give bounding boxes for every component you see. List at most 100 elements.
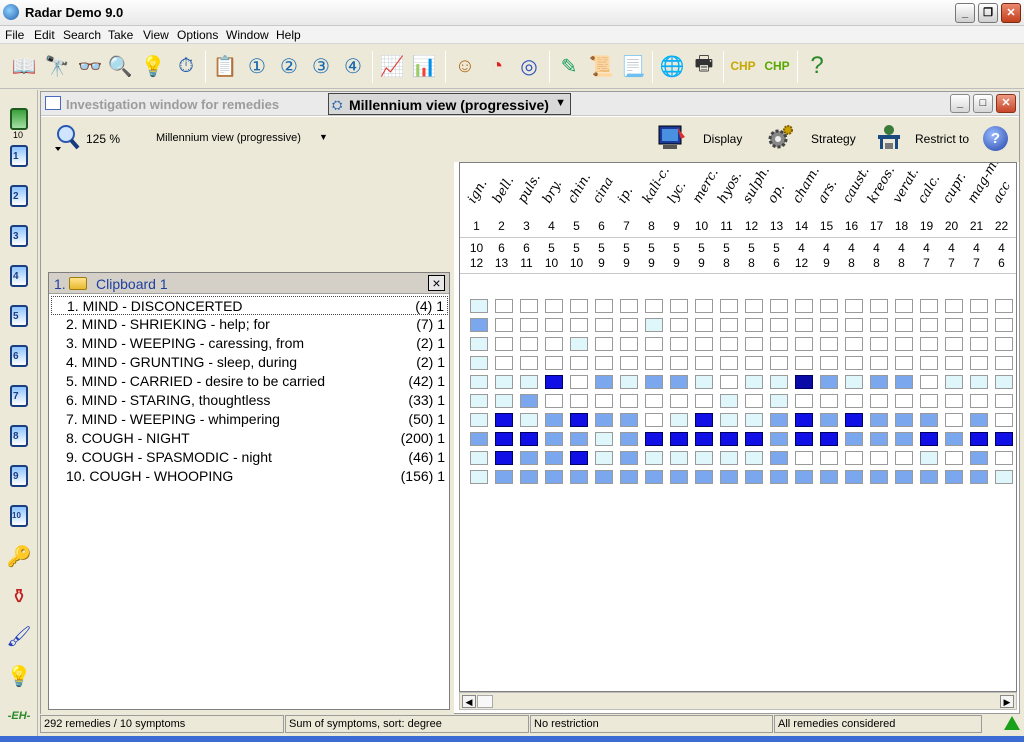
grade-cell[interactable]: [520, 356, 538, 370]
remedy-name[interactable]: ars.: [815, 177, 840, 206]
grade-cell[interactable]: [720, 375, 738, 389]
clipboard-2-icon[interactable]: ②: [275, 52, 303, 80]
clipboard-10-button[interactable]: 10: [6, 503, 32, 529]
grade-cell[interactable]: [595, 413, 613, 427]
grade-cell[interactable]: [820, 356, 838, 370]
grade-cell[interactable]: [495, 394, 513, 408]
grade-cell[interactable]: [995, 318, 1013, 332]
chip-icon[interactable]: CHP: [729, 52, 757, 80]
grade-cell[interactable]: [670, 451, 688, 465]
grade-cell[interactable]: [820, 299, 838, 313]
remedy-name[interactable]: op.: [765, 181, 788, 206]
grade-cell[interactable]: [520, 318, 538, 332]
chip-2-icon[interactable]: CHP: [763, 52, 791, 80]
grade-cell[interactable]: [545, 432, 563, 446]
menu-search[interactable]: Search: [63, 28, 101, 42]
grade-cell[interactable]: [745, 356, 763, 370]
grade-cell[interactable]: [470, 299, 488, 313]
grade-cell[interactable]: [795, 318, 813, 332]
grade-cell[interactable]: [845, 375, 863, 389]
grade-cell[interactable]: [570, 413, 588, 427]
bars-icon[interactable]: 📊: [410, 52, 438, 80]
grade-cell[interactable]: [695, 394, 713, 408]
grade-cell[interactable]: [970, 318, 988, 332]
grade-cell[interactable]: [495, 451, 513, 465]
bulb-refresh-icon[interactable]: 💡: [6, 663, 32, 689]
grade-cell[interactable]: [545, 337, 563, 351]
grade-cell[interactable]: [895, 432, 913, 446]
grade-cell[interactable]: [795, 470, 813, 484]
clipboard-5-button[interactable]: 5: [6, 303, 32, 329]
gear-icon[interactable]: [765, 123, 795, 153]
grade-cell[interactable]: [545, 299, 563, 313]
brush-icon[interactable]: 🖌: [6, 623, 32, 649]
menu-take[interactable]: Take: [108, 28, 133, 42]
grade-cell[interactable]: [945, 451, 963, 465]
grade-cell[interactable]: [745, 413, 763, 427]
grade-cell[interactable]: [820, 375, 838, 389]
chart-icon[interactable]: 📈: [378, 52, 406, 80]
grade-cell[interactable]: [545, 318, 563, 332]
grade-cell[interactable]: [845, 318, 863, 332]
grade-cell[interactable]: [770, 432, 788, 446]
zoom-icon[interactable]: [53, 123, 83, 153]
grade-cell[interactable]: [795, 375, 813, 389]
grade-cell[interactable]: [470, 318, 488, 332]
grade-cell[interactable]: [920, 470, 938, 484]
globe-icon[interactable]: 🌐: [658, 52, 686, 80]
grade-cell[interactable]: [670, 318, 688, 332]
menu-help[interactable]: Help: [276, 28, 301, 42]
grade-cell[interactable]: [470, 375, 488, 389]
grade-cell[interactable]: [545, 451, 563, 465]
grade-cell[interactable]: [520, 451, 538, 465]
grade-cell[interactable]: [645, 299, 663, 313]
grade-cell[interactable]: [720, 299, 738, 313]
grade-cell[interactable]: [720, 470, 738, 484]
grade-cell[interactable]: [645, 318, 663, 332]
grade-cell[interactable]: [695, 375, 713, 389]
grade-cell[interactable]: [845, 394, 863, 408]
restrict-label[interactable]: Restrict to: [915, 132, 969, 146]
target-icon[interactable]: ◎: [515, 52, 543, 80]
grade-cell[interactable]: [720, 413, 738, 427]
menu-file[interactable]: File: [5, 28, 24, 42]
grade-cell[interactable]: [745, 470, 763, 484]
grade-cell[interactable]: [545, 394, 563, 408]
view-dropdown-icon[interactable]: ▼: [319, 132, 328, 142]
grade-cell[interactable]: [895, 451, 913, 465]
remedy-name[interactable]: ip.: [615, 184, 636, 206]
grade-cell[interactable]: [795, 299, 813, 313]
window-maximize-button[interactable]: □: [973, 94, 993, 113]
grade-cell[interactable]: [945, 432, 963, 446]
grade-cell[interactable]: [495, 432, 513, 446]
pie-icon[interactable]: ◔: [483, 52, 511, 80]
grade-cell[interactable]: [570, 299, 588, 313]
window-minimize-button[interactable]: _: [950, 94, 970, 113]
grade-cell[interactable]: [895, 470, 913, 484]
book-icon[interactable]: 📖: [10, 52, 38, 80]
scroll-thumb[interactable]: [477, 695, 493, 708]
grade-cell[interactable]: [570, 432, 588, 446]
grade-cell[interactable]: [670, 413, 688, 427]
clipboard-4-icon[interactable]: ④: [339, 52, 367, 80]
grade-cell[interactable]: [695, 413, 713, 427]
grade-cell[interactable]: [945, 356, 963, 370]
menu-options[interactable]: Options: [177, 28, 218, 42]
grade-cell[interactable]: [495, 337, 513, 351]
grade-cell[interactable]: [745, 375, 763, 389]
strategy-label[interactable]: Strategy: [811, 132, 856, 146]
grade-cell[interactable]: [620, 432, 638, 446]
grade-cell[interactable]: [770, 318, 788, 332]
grade-cell[interactable]: [620, 375, 638, 389]
grade-cell[interactable]: [795, 394, 813, 408]
clipboard-7-button[interactable]: 7: [6, 383, 32, 409]
grade-cell[interactable]: [645, 451, 663, 465]
remedy-name[interactable]: puls.: [515, 171, 544, 206]
grade-cell[interactable]: [495, 470, 513, 484]
grade-cell[interactable]: [720, 432, 738, 446]
grade-cell[interactable]: [845, 356, 863, 370]
printer-icon[interactable]: 🖶: [690, 52, 718, 80]
clipboard-3-icon[interactable]: ③: [307, 52, 335, 80]
restrict-icon[interactable]: [875, 123, 905, 153]
clipboard-close-button[interactable]: ×: [428, 275, 445, 291]
